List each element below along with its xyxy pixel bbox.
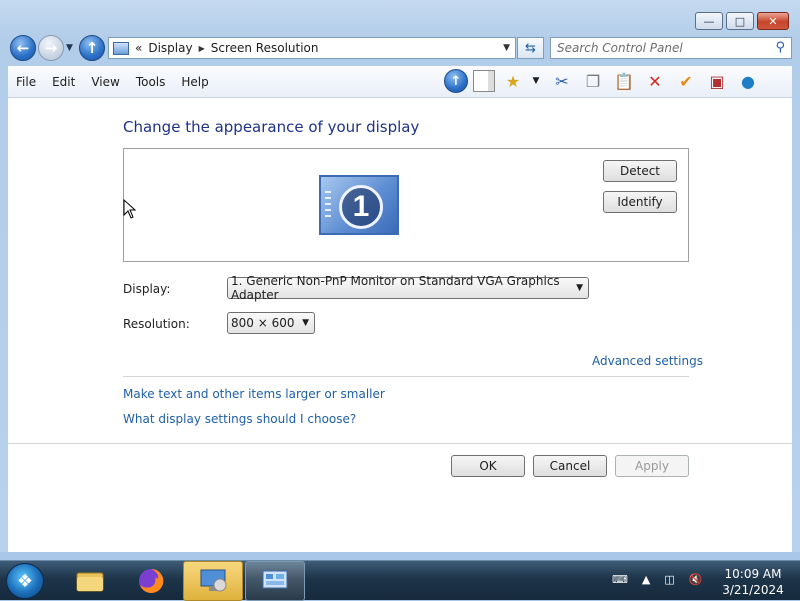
web-icon[interactable]: ● (735, 69, 761, 93)
search-input[interactable]: Search Control Panel ⚲ (550, 37, 792, 59)
copy-icon[interactable]: ❐ (580, 69, 606, 93)
monitor-1-icon[interactable]: 1 (319, 175, 399, 235)
history-dropdown-icon[interactable]: ▼ (66, 43, 73, 53)
file-explorer-icon[interactable] (60, 561, 120, 601)
folder-icon (76, 572, 104, 592)
monitor-icon (200, 569, 227, 592)
ok-button[interactable]: OK (451, 455, 525, 477)
resolution-select-value: 800 × 600 (231, 316, 295, 330)
display-settings-task-icon[interactable] (183, 561, 243, 601)
show-hidden-icons-icon[interactable]: ▲ (642, 573, 650, 586)
display-select-value: 1. Generic Non-PnP Monitor on Standard V… (231, 274, 560, 302)
control-panel-icon (113, 41, 129, 55)
address-bar[interactable]: « Display ▶ Screen Resolution ▼ (108, 37, 516, 59)
detect-button[interactable]: Detect (603, 160, 677, 182)
text-size-link[interactable]: Make text and other items larger or smal… (123, 387, 385, 401)
favorites-icon[interactable]: ★ (500, 69, 526, 93)
display-settings-help-link[interactable]: What display settings should I choose? (123, 412, 356, 426)
monitor-taskbar-graphic (325, 191, 331, 221)
divider (123, 376, 689, 377)
paste-icon[interactable]: 📋 (611, 69, 637, 93)
search-placeholder: Search Control Panel (557, 41, 683, 55)
page-title: Change the appearance of your display (123, 118, 420, 136)
resolution-label: Resolution: (123, 317, 190, 331)
taskbar: ❖ ⌨ ▲ ◫ 🔇 10:09 AM 3/21/2024 (0, 560, 800, 601)
back-arrow-icon[interactable]: ← (10, 35, 36, 61)
up-arrow-icon[interactable]: ↑ (79, 35, 105, 61)
control-panel-icon (262, 570, 288, 589)
control-panel-task-icon[interactable] (245, 561, 305, 601)
address-dropdown-icon[interactable]: ▼ (503, 43, 510, 53)
menu-edit[interactable]: Edit (44, 75, 83, 89)
maximize-icon[interactable]: □ (726, 12, 754, 30)
window-frame: — □ ✕ ← → ▼ ↑ « Display ▶ Screen Resolut… (0, 0, 800, 552)
volume-muted-icon[interactable]: 🔇 (689, 573, 703, 586)
breadcrumb-separator-icon[interactable]: ▶ (199, 44, 205, 53)
menu-help[interactable]: Help (173, 75, 216, 89)
firefox-logo-icon (139, 568, 164, 593)
main-content: Change the appearance of your display 1 … (8, 98, 792, 552)
display-label: Display: (123, 282, 171, 296)
network-icon[interactable]: ◫ (664, 573, 674, 586)
cut-icon[interactable]: ✂ (549, 69, 575, 93)
chevron-down-icon: ▼ (576, 283, 583, 293)
keyboard-icon[interactable]: ⌨ (612, 573, 628, 586)
menu-bar: File Edit View Tools Help ↑ ★ ▼ ✂ ❐ 📋 ✕ … (8, 66, 792, 98)
menu-view[interactable]: View (83, 75, 127, 89)
close-icon[interactable]: ✕ (757, 12, 789, 30)
minimize-icon[interactable]: — (695, 12, 723, 30)
menu-tools[interactable]: Tools (128, 75, 174, 89)
breadcrumb-overflow[interactable]: « (135, 41, 142, 55)
firefox-icon[interactable] (121, 561, 181, 601)
system-tray: ⌨ ▲ ◫ 🔇 (612, 573, 716, 586)
chevron-down-icon: ▼ (302, 318, 309, 328)
favorites-dropdown-icon[interactable]: ▼ (531, 69, 541, 93)
advanced-settings-link[interactable]: Advanced settings (592, 354, 703, 368)
display-select[interactable]: 1. Generic Non-PnP Monitor on Standard V… (227, 274, 589, 302)
checkmark-icon[interactable]: ✔ (673, 69, 699, 93)
start-button-icon[interactable]: ❖ (6, 563, 44, 599)
divider (8, 443, 792, 444)
clock-date: 3/21/2024 (722, 583, 784, 597)
up-folder-icon[interactable]: ↑ (444, 69, 468, 93)
monitor-number: 1 (339, 185, 383, 229)
breadcrumb-screen-resolution[interactable]: Screen Resolution (211, 41, 319, 55)
clock[interactable]: 10:09 AM 3/21/2024 (720, 566, 786, 598)
identify-button[interactable]: Identify (603, 191, 677, 213)
mouse-pointer-icon (123, 199, 137, 219)
refresh-icon[interactable]: ⇆ (517, 37, 544, 59)
apply-button[interactable]: Apply (615, 455, 689, 477)
properties-icon[interactable]: ▣ (704, 69, 730, 93)
menu-file[interactable]: File (8, 75, 44, 89)
search-icon[interactable]: ⚲ (775, 40, 785, 55)
forward-arrow-icon[interactable]: → (38, 35, 64, 61)
toolbar: ↑ ★ ▼ ✂ ❐ 📋 ✕ ✔ ▣ ● (444, 69, 766, 93)
delete-icon[interactable]: ✕ (642, 69, 668, 93)
breadcrumb-display[interactable]: Display (148, 41, 192, 55)
resolution-select[interactable]: 800 × 600 ▼ (227, 312, 315, 334)
window-controls: — □ ✕ (692, 12, 789, 30)
preview-pane-icon[interactable] (473, 70, 495, 92)
clock-time: 10:09 AM (724, 567, 782, 581)
cancel-button[interactable]: Cancel (533, 455, 607, 477)
monitor-arrangement-panel: 1 Detect Identify (123, 148, 689, 262)
